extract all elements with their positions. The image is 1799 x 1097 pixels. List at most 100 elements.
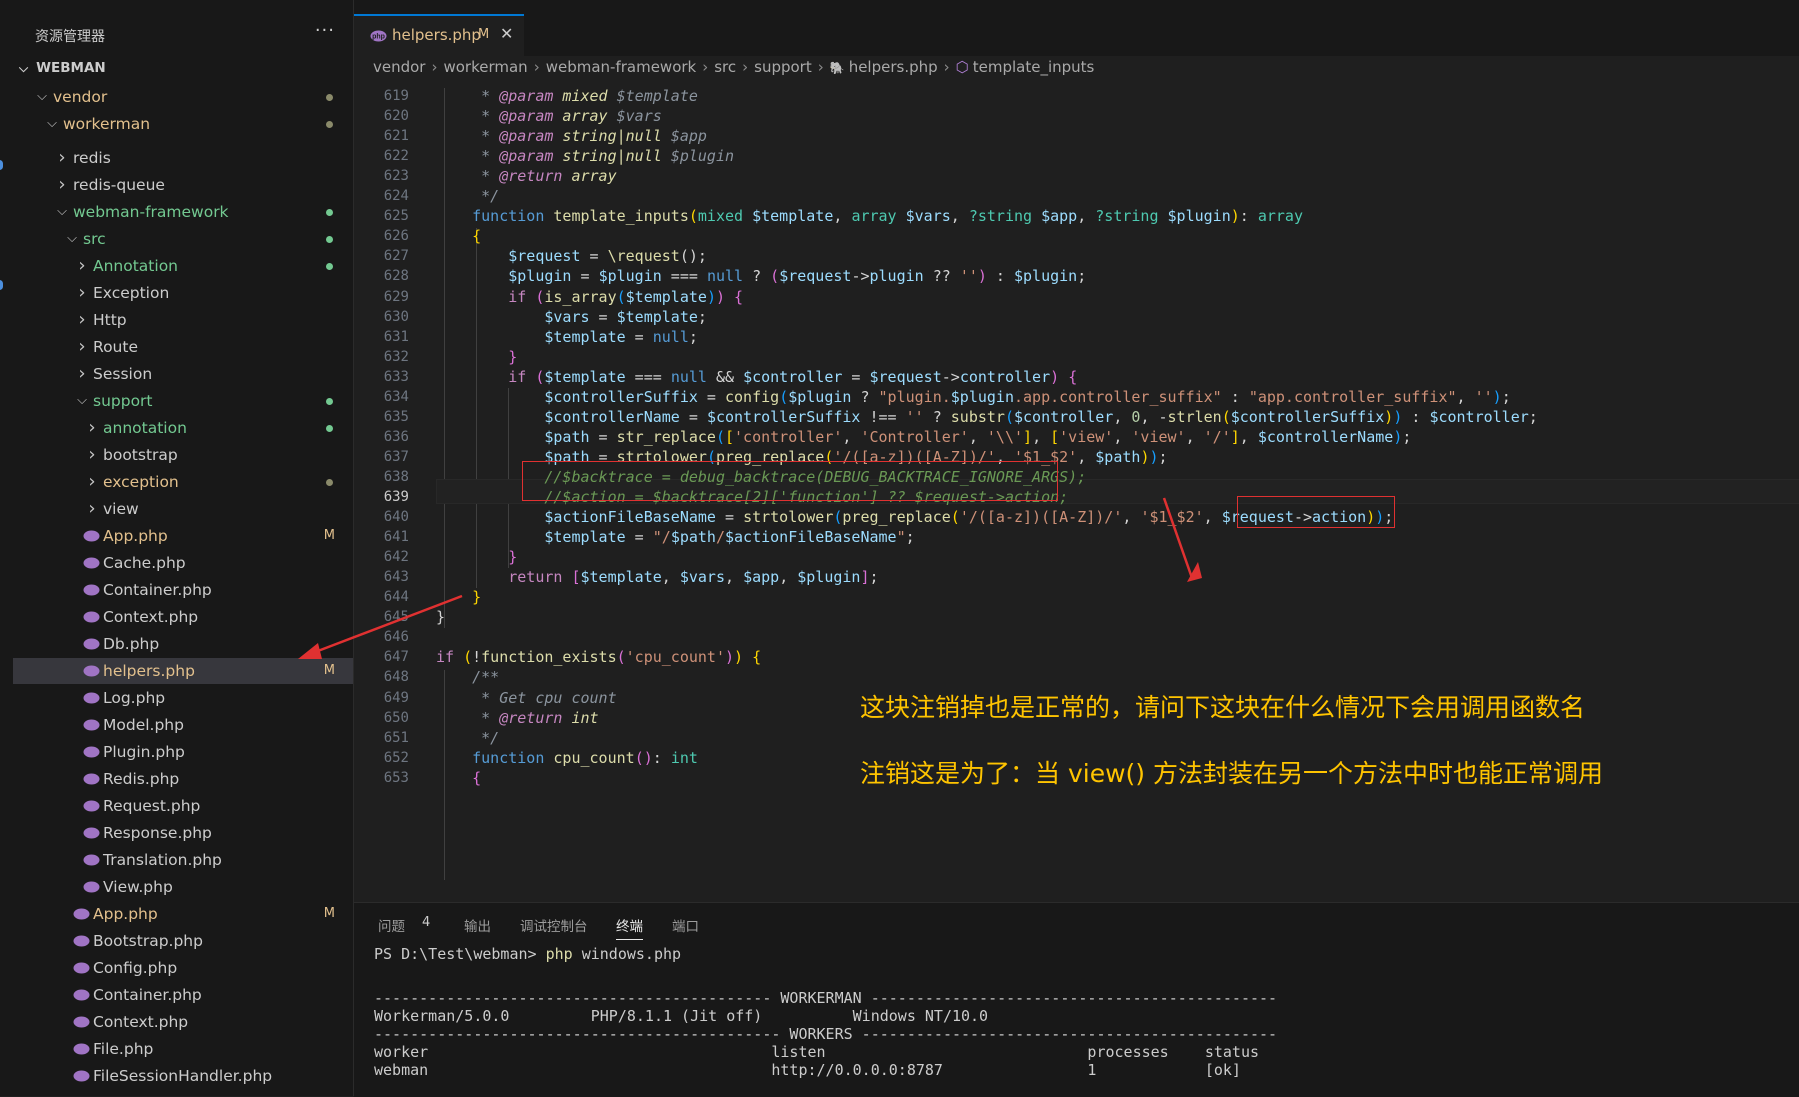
tree-item-label: View.php xyxy=(103,878,173,896)
code-line: * @return array xyxy=(436,167,617,186)
tree-file[interactable]: Context.php xyxy=(13,604,353,630)
tree-file[interactable]: Log.php xyxy=(13,685,353,711)
tab-debug-console[interactable]: 调试控制台 xyxy=(520,915,588,935)
line-number: 652 xyxy=(383,749,409,766)
tree-file[interactable]: Request.php xyxy=(13,793,353,819)
chevron-right-icon: › xyxy=(88,417,96,438)
line-number: 631 xyxy=(383,328,409,345)
tree-item-label: redis xyxy=(73,149,111,167)
tree-folder[interactable]: › bootstrap xyxy=(13,442,353,468)
chevron-right-icon: › xyxy=(817,58,824,76)
php-file-icon xyxy=(83,638,100,650)
tree-file[interactable]: Container.php xyxy=(13,577,353,603)
tree-file[interactable]: Db.php xyxy=(13,631,353,657)
tree-file[interactable]: File.php xyxy=(13,1036,353,1062)
tree-file[interactable]: App.php M xyxy=(13,901,353,927)
terminal-line: worker listen processes status xyxy=(374,1043,1260,1061)
tree-file[interactable]: View.php xyxy=(13,874,353,900)
tab-label: helpers.php xyxy=(392,26,481,44)
tree-item-label: Context.php xyxy=(93,1013,189,1031)
tab-problems[interactable]: 问题 xyxy=(378,915,405,935)
annotation-reason: 注销这是为了：当 view() 方法封装在另一个方法中时也能正常调用 xyxy=(860,759,1603,788)
breadcrumb-item[interactable]: support xyxy=(754,58,812,76)
line-number: 627 xyxy=(383,248,409,265)
breadcrumb-item[interactable]: workerman xyxy=(443,58,527,76)
tree-file[interactable]: Plugin.php xyxy=(13,739,353,765)
php-file-icon xyxy=(83,800,100,812)
explorer-sidebar: 资源管理器 ··· ⌵ WEBMAN ⌵ vendor ⌵ workerman › redi… xyxy=(13,0,354,1096)
tree-folder[interactable]: › redis xyxy=(13,145,353,171)
php-file-icon xyxy=(73,989,90,1001)
tree-file[interactable]: Redis.php xyxy=(13,766,353,792)
tree-folder[interactable]: ⌵ src xyxy=(13,226,353,252)
code-line: * @param array $vars xyxy=(436,107,662,126)
breadcrumb-item[interactable]: vendor xyxy=(373,58,425,76)
php-file-icon xyxy=(83,854,100,866)
breadcrumb-item[interactable]: src xyxy=(714,58,736,76)
line-number: 653 xyxy=(383,769,409,786)
php-file-icon xyxy=(83,557,100,569)
tab-output[interactable]: 输出 xyxy=(464,915,491,935)
tree-folder[interactable]: › Session xyxy=(13,361,353,387)
php-file-icon: php xyxy=(370,30,387,42)
tree-item-label: support xyxy=(93,392,153,410)
code-line: */ xyxy=(436,187,500,206)
close-icon[interactable]: ✕ xyxy=(500,24,513,43)
tree-file[interactable]: Bootstrap.php xyxy=(13,928,353,954)
tree-folder[interactable]: › Http xyxy=(13,307,353,333)
tree-folder[interactable]: › Route xyxy=(13,334,353,360)
tree-folder[interactable]: › exception xyxy=(13,469,353,495)
code-editor[interactable]: 619 * @param mixed $template 620 * @param… xyxy=(354,88,1799,900)
tree-file[interactable]: helpers.php M xyxy=(13,658,353,684)
php-file-icon xyxy=(83,773,100,785)
tree-file[interactable]: Context.php xyxy=(13,1009,353,1035)
php-file-icon xyxy=(73,908,90,920)
tab-ports[interactable]: 端口 xyxy=(672,915,699,935)
tree-folder[interactable]: › Annotation xyxy=(13,253,353,279)
tree-file[interactable]: App.php M xyxy=(13,523,353,549)
tree-file[interactable]: FileSessionHandler.php xyxy=(13,1063,353,1089)
tab-helpers-php[interactable]: php helpers.php M ✕ xyxy=(354,14,524,58)
symbol-method-icon: ⬡ xyxy=(955,58,969,76)
tree-file[interactable]: Translation.php xyxy=(13,847,353,873)
tree-item-label: Http xyxy=(93,311,127,329)
chevron-down-icon: ⌵ xyxy=(57,204,67,219)
tree-folder[interactable]: ⌵ workerman xyxy=(13,111,353,137)
tree-item-label: Response.php xyxy=(103,824,212,842)
tree-file[interactable]: Model.php xyxy=(13,712,353,738)
status-dot xyxy=(326,209,333,216)
tree-item-label: Config.php xyxy=(93,959,178,977)
line-number: 651 xyxy=(383,729,409,746)
tree-folder[interactable]: › redis-queue xyxy=(13,172,353,198)
breadcrumb-item[interactable]: template_inputs xyxy=(973,58,1095,76)
php-file-icon xyxy=(73,962,90,974)
tree-folder[interactable]: › view xyxy=(13,496,353,522)
more-actions-icon[interactable]: ··· xyxy=(315,20,335,41)
code-line: $path = str_replace(['controller', 'Cont… xyxy=(544,427,1412,446)
arrow-head xyxy=(1187,562,1202,582)
tree-folder[interactable]: ⌵ webman-framework xyxy=(13,199,353,225)
php-file-icon xyxy=(83,881,100,893)
tree-file[interactable]: Container.php xyxy=(13,982,353,1008)
chevron-right-icon: › xyxy=(78,255,86,276)
tree-file[interactable]: Config.php xyxy=(13,955,353,981)
tree-folder[interactable]: › annotation xyxy=(13,415,353,441)
project-root[interactable]: ⌵ WEBMAN xyxy=(19,60,106,76)
tree-file[interactable]: Cache.php xyxy=(13,550,353,576)
tree-folder[interactable]: › Exception xyxy=(13,280,353,306)
status-dot xyxy=(326,263,333,270)
breadcrumb-item[interactable]: helpers.php xyxy=(849,58,938,76)
breadcrumb-item[interactable]: webman-framework xyxy=(546,58,697,76)
tree-folder[interactable]: ⌵ vendor xyxy=(13,84,353,110)
chevron-down-icon: ⌵ xyxy=(19,61,29,75)
line-number: 628 xyxy=(383,268,409,285)
chevron-down-icon: ⌵ xyxy=(77,393,87,408)
line-number: 650 xyxy=(383,709,409,726)
code-line: $plugin = $plugin === null ? ($request->… xyxy=(508,267,1087,286)
line-number: 622 xyxy=(383,148,409,165)
tree-file[interactable]: Response.php xyxy=(13,820,353,846)
tree-folder[interactable]: ⌵ support xyxy=(13,388,353,414)
tree-file[interactable]: Install.php xyxy=(13,1090,353,1096)
tab-terminal[interactable]: 终端 xyxy=(616,915,643,940)
tree-item-label: FileSessionHandler.php xyxy=(93,1067,273,1085)
